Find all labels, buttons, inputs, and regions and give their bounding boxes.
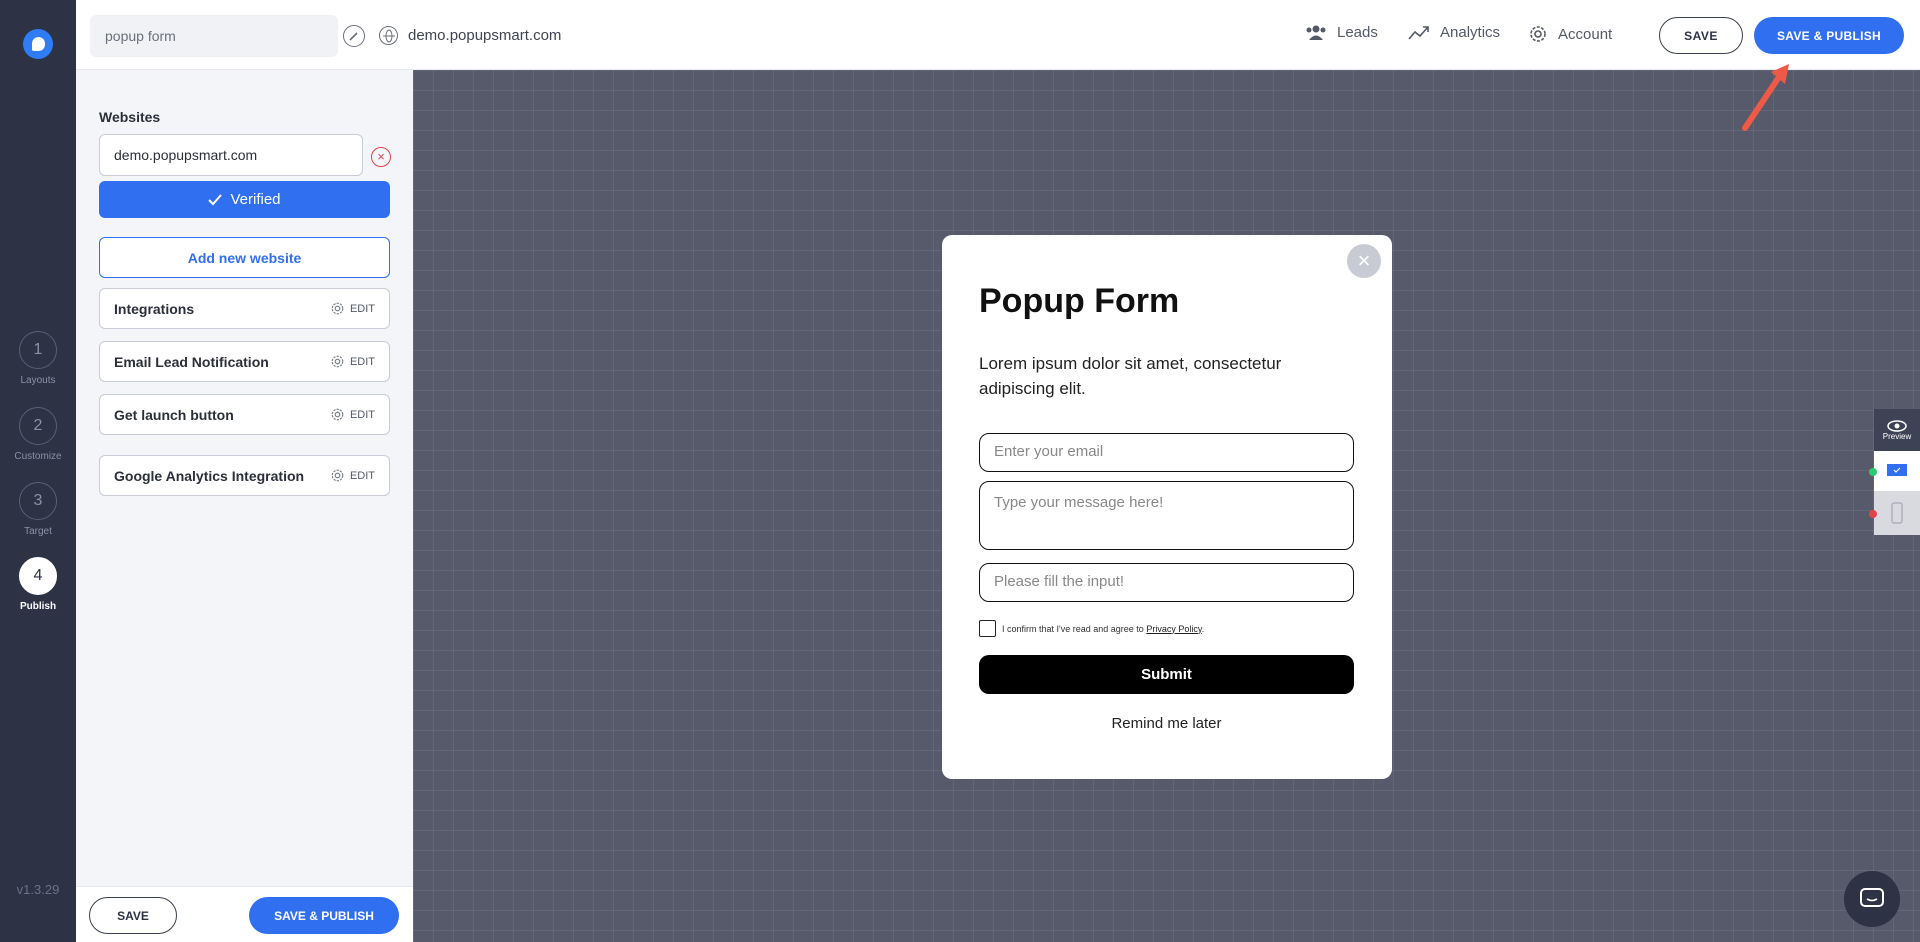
edit-button[interactable]: EDIT [330,354,375,369]
gear-icon [1530,26,1546,42]
consent-row: I confirm that I've read and agree to Pr… [979,620,1204,637]
step-number: 3 [19,482,57,520]
gear-icon [331,355,344,368]
verified-badge: Verified [99,181,390,218]
google-analytics-row[interactable]: Google Analytics Integration EDIT [99,455,390,496]
generic-input-field[interactable]: Please fill the input! [979,563,1354,602]
chat-support-button[interactable] [1844,871,1900,927]
nav-leads[interactable]: Leads [1305,24,1378,41]
edit-label: EDIT [349,302,375,315]
edit-label: EDIT [349,408,375,421]
mobile-view-button[interactable] [1874,491,1920,535]
preview-button[interactable]: Preview [1874,409,1920,451]
integrations-row[interactable]: Integrations EDIT [99,288,390,329]
mobile-status-dot [1869,510,1877,518]
step-label: Target [24,526,52,537]
step-publish[interactable]: 4 Publish [0,557,76,612]
save-button[interactable]: SAVE [89,897,177,934]
consent-checkbox[interactable] [979,620,996,637]
edit-label: EDIT [349,469,375,482]
analytics-icon [1408,25,1429,40]
step-label: Layouts [20,375,56,386]
email-lead-notification-row[interactable]: Email Lead Notification EDIT [99,341,390,382]
row-label: Get launch button [114,406,234,423]
launch-button-row[interactable]: Get launch button EDIT [99,394,390,435]
website-field[interactable]: demo.popupsmart.com [99,134,363,176]
popup-form-preview: × Popup Form Lorem ipsum dolor sit amet,… [942,235,1392,779]
nav-analytics[interactable]: Analytics [1408,24,1500,41]
step-customize[interactable]: 2 Customize [0,407,76,462]
nav-account[interactable]: Account [1528,24,1612,44]
panel-footer: SAVE SAVE & PUBLISH [76,886,413,942]
edit-label: EDIT [349,355,375,368]
desktop-view-button[interactable] [1874,451,1920,491]
eye-icon [1887,419,1907,432]
step-number: 2 [19,407,57,445]
nav-label: Leads [1337,24,1378,41]
add-new-website-button[interactable]: Add new website [99,237,390,278]
step-label: Publish [19,601,57,612]
edit-button[interactable]: EDIT [330,468,375,483]
message-field[interactable]: Type your message here! [979,481,1354,550]
gear-icon [331,302,344,315]
popupsmart-logo-icon[interactable] [23,29,53,59]
nav-label: Account [1558,25,1613,43]
edit-button[interactable]: EDIT [330,301,375,316]
step-layouts[interactable]: 1 Layouts [0,331,76,386]
row-label: Email Lead Notification [114,353,269,370]
campaign-name-input[interactable] [90,15,338,57]
remove-website-icon[interactable]: × [371,147,391,167]
step-number: 4 [19,557,57,595]
row-label: Integrations [114,300,195,317]
publish-panel: Websites demo.popupsmart.com × Verified … [76,70,413,942]
chat-icon [1860,888,1884,907]
desktop-icon [1887,464,1907,476]
save-publish-button[interactable]: SAVE & PUBLISH [249,897,399,934]
save-button[interactable]: SAVE [1659,17,1743,54]
mobile-icon [1891,502,1903,524]
annotation-arrow-icon [1742,64,1789,131]
websites-heading: Websites [99,109,161,125]
popup-title: Popup Form [979,282,1180,320]
popup-description: Lorem ipsum dolor sit amet, consectetur … [979,354,1282,398]
current-domain: demo.popupsmart.com [408,27,562,44]
gear-icon [331,469,344,482]
save-publish-button[interactable]: SAVE & PUBLISH [1754,17,1904,54]
step-label: Customize [14,451,62,462]
check-icon [208,193,223,205]
globe-icon [379,26,398,45]
remind-later-link[interactable]: Remind me later [979,715,1354,732]
privacy-policy-link[interactable]: Privacy Policy [1146,624,1201,634]
close-icon[interactable]: × [1347,244,1381,278]
device-toolbar: Preview [1874,409,1920,535]
row-label: Google Analytics Integration [114,467,305,484]
edit-pencil-icon[interactable] [343,25,365,47]
edit-button[interactable]: EDIT [330,407,375,422]
version-label: v1.3.29 [16,882,60,897]
desktop-status-dot [1869,468,1877,476]
step-number: 1 [19,331,57,369]
preview-label: Preview [1882,431,1912,441]
top-bar: demo.popupsmart.com Leads Analytics Acco… [76,0,1920,70]
users-icon [1306,25,1326,40]
step-target[interactable]: 3 Target [0,482,76,537]
gear-icon [331,408,344,421]
submit-button[interactable]: Submit [979,655,1354,694]
email-field[interactable]: Enter your email [979,433,1354,472]
consent-text: I confirm that I've read and agree to Pr… [1002,623,1205,634]
nav-label: Analytics [1440,24,1501,41]
left-rail: 1 Layouts 2 Customize 3 Target 4 Publish… [0,0,76,942]
verified-label: Verified [230,191,281,208]
